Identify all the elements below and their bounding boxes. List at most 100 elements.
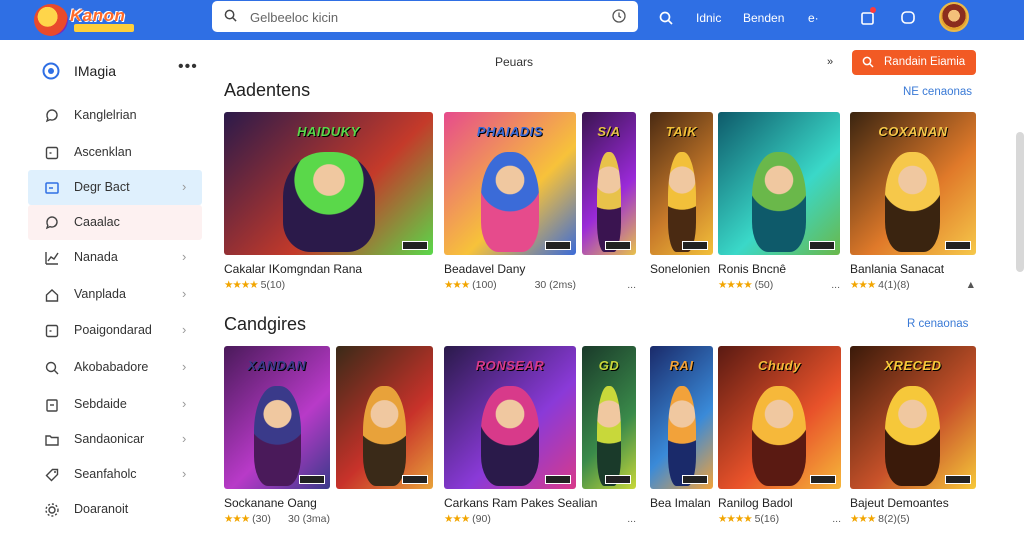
sidebar-item-5[interactable]: Nanada › (28, 240, 202, 275)
more-options-button[interactable]: ••• (178, 58, 198, 76)
game-rating: ★★★ 8(2)(5) (850, 513, 910, 525)
rating-count: (50) (754, 279, 774, 291)
search-icon (224, 9, 237, 22)
game-card[interactable]: XANDAN Sockanane Oang ★★★ (30) 30 (3ma) (224, 346, 330, 536)
game-card[interactable]: RAI Bea Imalan (650, 346, 713, 536)
game-card[interactable]: PHAIADIS Beadavel Dany ★★★ (100) 30 (2ms… (444, 112, 576, 302)
card-extra[interactable]: ▲ (966, 279, 976, 291)
sidebar-item-4[interactable]: Caaalac (28, 205, 202, 240)
character-figure (668, 386, 696, 486)
nav-link-idnic[interactable]: Idnic (696, 11, 721, 25)
platform-badge (402, 475, 428, 484)
game-card[interactable]: Ronis Bncnê ★★★★ (50) ... (718, 112, 840, 302)
home-icon (45, 289, 59, 302)
game-card[interactable]: XRECED Bajeut Demoantes ★★★ 8(2)(5) (850, 346, 976, 536)
sidebar-item-3[interactable]: Degr Bact › (28, 170, 202, 205)
game-title[interactable]: Sonelonien (650, 262, 710, 276)
game-thumbnail[interactable]: XANDAN (224, 346, 330, 489)
game-thumbnail[interactable]: RAI (650, 346, 713, 489)
game-title[interactable]: Ranilog Badol (718, 496, 793, 510)
chevron-right-icon: › (182, 179, 187, 194)
random-game-button[interactable]: Randain Eiamia (852, 50, 976, 75)
card-extra[interactable]: ... (627, 513, 636, 525)
game-thumbnail[interactable] (336, 346, 433, 489)
game-title[interactable]: Ronis Bncnê (718, 262, 786, 276)
game-thumbnail[interactable]: PHAIADIS (444, 112, 576, 255)
game-thumbnail[interactable]: COXANAN (850, 112, 976, 255)
game-thumbnail[interactable]: GD (582, 346, 636, 489)
sidebar-item-7[interactable]: Poaigondarad › (28, 313, 202, 348)
scrollbar[interactable] (1016, 132, 1024, 272)
game-card[interactable]: COXANAN Banlania Sanacat ★★★ 4(1)(8) ▲ (850, 112, 976, 302)
game-card[interactable]: TAIK Sonelonien (650, 112, 713, 302)
rating-count: 5(10) (260, 279, 286, 291)
next-arrow[interactable]: » (827, 56, 833, 68)
compass-icon (42, 62, 60, 80)
chevron-right-icon: › (182, 249, 187, 264)
game-rating: ★★★★ 5(16) (718, 513, 779, 525)
chart-icon (45, 252, 59, 265)
game-title[interactable]: Bea Imalan (650, 496, 711, 510)
platform-badge (809, 241, 835, 250)
chat-bubble-icon (45, 216, 58, 230)
game-title[interactable]: Beadavel Dany (444, 262, 525, 276)
sidebar-item-1[interactable]: Kanglelrian (28, 98, 202, 133)
game-thumbnail[interactable]: XRECED (850, 346, 976, 489)
nav-link-extra[interactable]: e· (808, 11, 819, 25)
card-extra[interactable]: ... (832, 513, 841, 525)
game-card[interactable]: HAIDUKY Cakalar IKomgndan Rana ★★★★ 5(10… (224, 112, 433, 302)
game-thumbnail[interactable] (718, 112, 840, 255)
character-figure (668, 152, 696, 252)
sidebar-item-8[interactable]: Akobabadore › (28, 350, 202, 385)
game-title[interactable]: Cakalar IKomgndan Rana (224, 262, 362, 276)
nav-link-benden[interactable]: Benden (743, 11, 784, 25)
game-logo-text: RAI (669, 358, 694, 374)
platform-badge (945, 241, 971, 250)
game-thumbnail[interactable]: TAIK (650, 112, 713, 255)
game-thumbnail[interactable]: S/A (582, 112, 636, 255)
game-thumbnail[interactable]: RONSEAR (444, 346, 576, 489)
card-extra[interactable]: ... (627, 279, 636, 291)
game-thumbnail[interactable]: HAIDUKY (224, 112, 433, 255)
sidebar-item-11[interactable]: Seanfaholc › (28, 457, 202, 492)
rating-count: (90) (472, 513, 491, 525)
game-card[interactable]: GD ... (582, 346, 636, 536)
sidebar-item-10[interactable]: Sandaonicar › (28, 422, 202, 457)
see-all-link[interactable]: NE cenaonas (903, 86, 972, 98)
game-card[interactable]: Chudy Ranilog Badol ★★★★ 5(16) ... (718, 346, 841, 536)
game-card[interactable]: S/A ... (582, 112, 636, 302)
game-card[interactable] (336, 346, 433, 536)
game-card[interactable]: RONSEAR Carkans Ram Pakes Sealian ★★★ (9… (444, 346, 597, 536)
sidebar-title: IMagia (74, 63, 117, 79)
game-title[interactable]: Carkans Ram Pakes Sealian (444, 496, 597, 510)
sidebar-item-label: Poaigondarad (74, 323, 152, 337)
search-bar[interactable] (212, 1, 638, 32)
sidebar-item-6[interactable]: Vanplada › (28, 277, 202, 312)
sidebar: IMagia ••• Kanglelrian Ascenklan Degr Bact… (0, 40, 212, 517)
app-logo[interactable]: Kanon (34, 4, 142, 36)
logo-ribbon (74, 24, 134, 32)
chevron-right-icon: › (182, 431, 187, 446)
game-logo-text: PHAIADIS (476, 124, 544, 140)
sidebar-item-label: Vanplada (74, 287, 126, 301)
chat-icon[interactable] (900, 10, 916, 26)
history-icon[interactable] (612, 9, 626, 23)
search-icon[interactable] (658, 10, 674, 26)
platform-badge (545, 241, 571, 250)
rating-stars: ★★★ (444, 279, 470, 291)
card-extra[interactable]: 30 (2ms) (535, 279, 576, 291)
see-all-link[interactable]: R cenaonas (907, 318, 968, 330)
sidebar-item-2[interactable]: Ascenklan (28, 135, 202, 170)
search-input[interactable] (250, 7, 590, 27)
chevron-right-icon: › (182, 286, 187, 301)
game-title[interactable]: Banlania Sanacat (850, 262, 944, 276)
card-extra[interactable]: 30 (3ma) (288, 513, 330, 525)
game-title[interactable]: Bajeut Demoantes (850, 496, 949, 510)
avatar[interactable] (939, 2, 969, 32)
sidebar-item-12[interactable]: Doaranoit (28, 492, 202, 527)
game-thumbnail[interactable]: Chudy (718, 346, 841, 489)
sidebar-item-9[interactable]: Sebdaide › (28, 387, 202, 422)
card-extra[interactable]: ... (831, 279, 840, 291)
game-title[interactable]: Sockanane Oang (224, 496, 317, 510)
platform-badge (605, 475, 631, 484)
